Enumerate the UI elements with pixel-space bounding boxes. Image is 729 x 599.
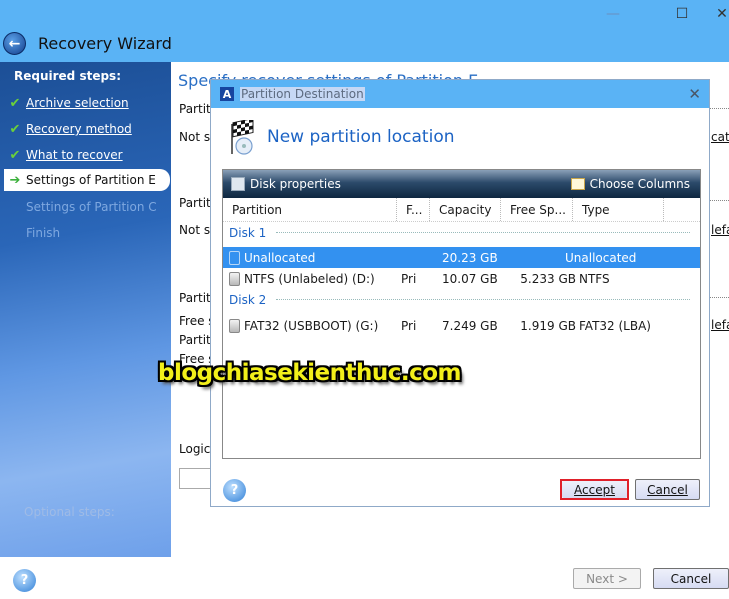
sidebar-item-archive-selection[interactable]: ✔ Archive selection bbox=[4, 92, 170, 114]
arrow-right-icon: ➔ bbox=[9, 172, 21, 188]
checkered-flag-disk-icon bbox=[231, 120, 254, 155]
sidebar-item-finish: Finish bbox=[26, 226, 61, 240]
maximize-button[interactable]: ☐ bbox=[672, 4, 692, 24]
dialog-heading: New partition location bbox=[267, 127, 455, 147]
partition-list: Disk properties Choose Columns Partition… bbox=[222, 169, 701, 459]
disk-drive-icon bbox=[229, 271, 240, 286]
check-icon: ✔ bbox=[9, 147, 21, 163]
arrow-left-icon: ← bbox=[8, 35, 21, 52]
default-link[interactable]: lefa bbox=[711, 223, 729, 237]
field-label: Partiti bbox=[179, 196, 215, 210]
group-header: Disk 1 bbox=[223, 222, 700, 243]
column-header: Partition F... Capacity Free Sp... Type bbox=[223, 198, 700, 222]
field-label: Partiti bbox=[179, 333, 215, 347]
minimize-button[interactable]: — bbox=[603, 4, 623, 24]
default-link[interactable]: lefa bbox=[711, 318, 729, 332]
watermark-text: blogchiasekienthuc.com bbox=[158, 360, 461, 386]
app-logo-icon: A bbox=[220, 87, 234, 101]
dialog-title: Partition Destination bbox=[240, 87, 365, 101]
title-bar: ← Recovery Wizard — ☐ ✕ bbox=[0, 0, 729, 62]
check-icon: ✔ bbox=[9, 121, 21, 137]
disk-drive-icon bbox=[229, 318, 240, 333]
sidebar-item-what-to-recover[interactable]: ✔ What to recover bbox=[4, 144, 170, 166]
choose-columns-icon bbox=[570, 178, 585, 190]
check-icon: ✔ bbox=[9, 95, 21, 111]
field-label: Partiti bbox=[179, 291, 215, 305]
question-icon: ? bbox=[230, 483, 239, 498]
field-label: Partiti bbox=[179, 102, 215, 116]
question-icon: ? bbox=[20, 573, 29, 588]
partition-destination-dialog: A Partition Destination ✕ New partition … bbox=[210, 79, 710, 507]
accept-highlight-box bbox=[560, 479, 629, 500]
group-header: Disk 2 bbox=[223, 289, 700, 310]
column-type[interactable]: Type bbox=[573, 198, 664, 221]
dialog-cancel-button[interactable]: Cancel bbox=[635, 479, 700, 500]
optional-steps-heading: Optional steps: bbox=[24, 505, 115, 519]
list-toolbar: Disk properties Choose Columns bbox=[223, 170, 700, 198]
column-partition[interactable]: Partition bbox=[223, 198, 397, 221]
dialog-title-bar: A Partition Destination ✕ bbox=[211, 80, 709, 108]
window-title: Recovery Wizard bbox=[38, 34, 172, 53]
disk-properties-icon bbox=[231, 177, 245, 191]
dialog-help-button[interactable]: ? bbox=[223, 479, 246, 502]
column-capacity[interactable]: Capacity bbox=[430, 198, 501, 221]
sidebar-item-recovery-method[interactable]: ✔ Recovery method bbox=[4, 118, 170, 140]
unallocated-disk-icon bbox=[229, 250, 240, 265]
table-row[interactable]: Unallocated 20.23 GB Unallocated bbox=[223, 247, 700, 268]
table-row[interactable]: FAT32 (USBBOOT) (G:) Pri 7.249 GB 1.919 … bbox=[223, 315, 700, 336]
sidebar-item-settings-partition-e[interactable]: ➔ Settings of Partition E bbox=[4, 169, 170, 191]
help-button[interactable]: ? bbox=[13, 569, 36, 592]
next-button[interactable]: Next > bbox=[573, 568, 641, 589]
cancel-button[interactable]: Cancel bbox=[653, 568, 729, 589]
column-free-space[interactable]: Free Sp... bbox=[501, 198, 573, 221]
required-steps-heading: Required steps: bbox=[14, 69, 121, 83]
sidebar-item-settings-partition-c: Settings of Partition C bbox=[26, 200, 157, 214]
close-button[interactable]: ✕ bbox=[712, 4, 729, 24]
dialog-close-button[interactable]: ✕ bbox=[688, 85, 701, 103]
column-flags[interactable]: F... bbox=[397, 198, 430, 221]
back-button[interactable]: ← bbox=[3, 32, 26, 55]
disk-properties-button[interactable]: Disk properties bbox=[231, 177, 341, 191]
location-link[interactable]: cati bbox=[711, 130, 729, 144]
table-row[interactable]: NTFS (Unlabeled) (D:) Pri 10.07 GB 5.233… bbox=[223, 268, 700, 289]
choose-columns-button[interactable]: Choose Columns bbox=[570, 177, 690, 191]
sidebar: Required steps: ✔ Archive selection ✔ Re… bbox=[0, 62, 171, 557]
